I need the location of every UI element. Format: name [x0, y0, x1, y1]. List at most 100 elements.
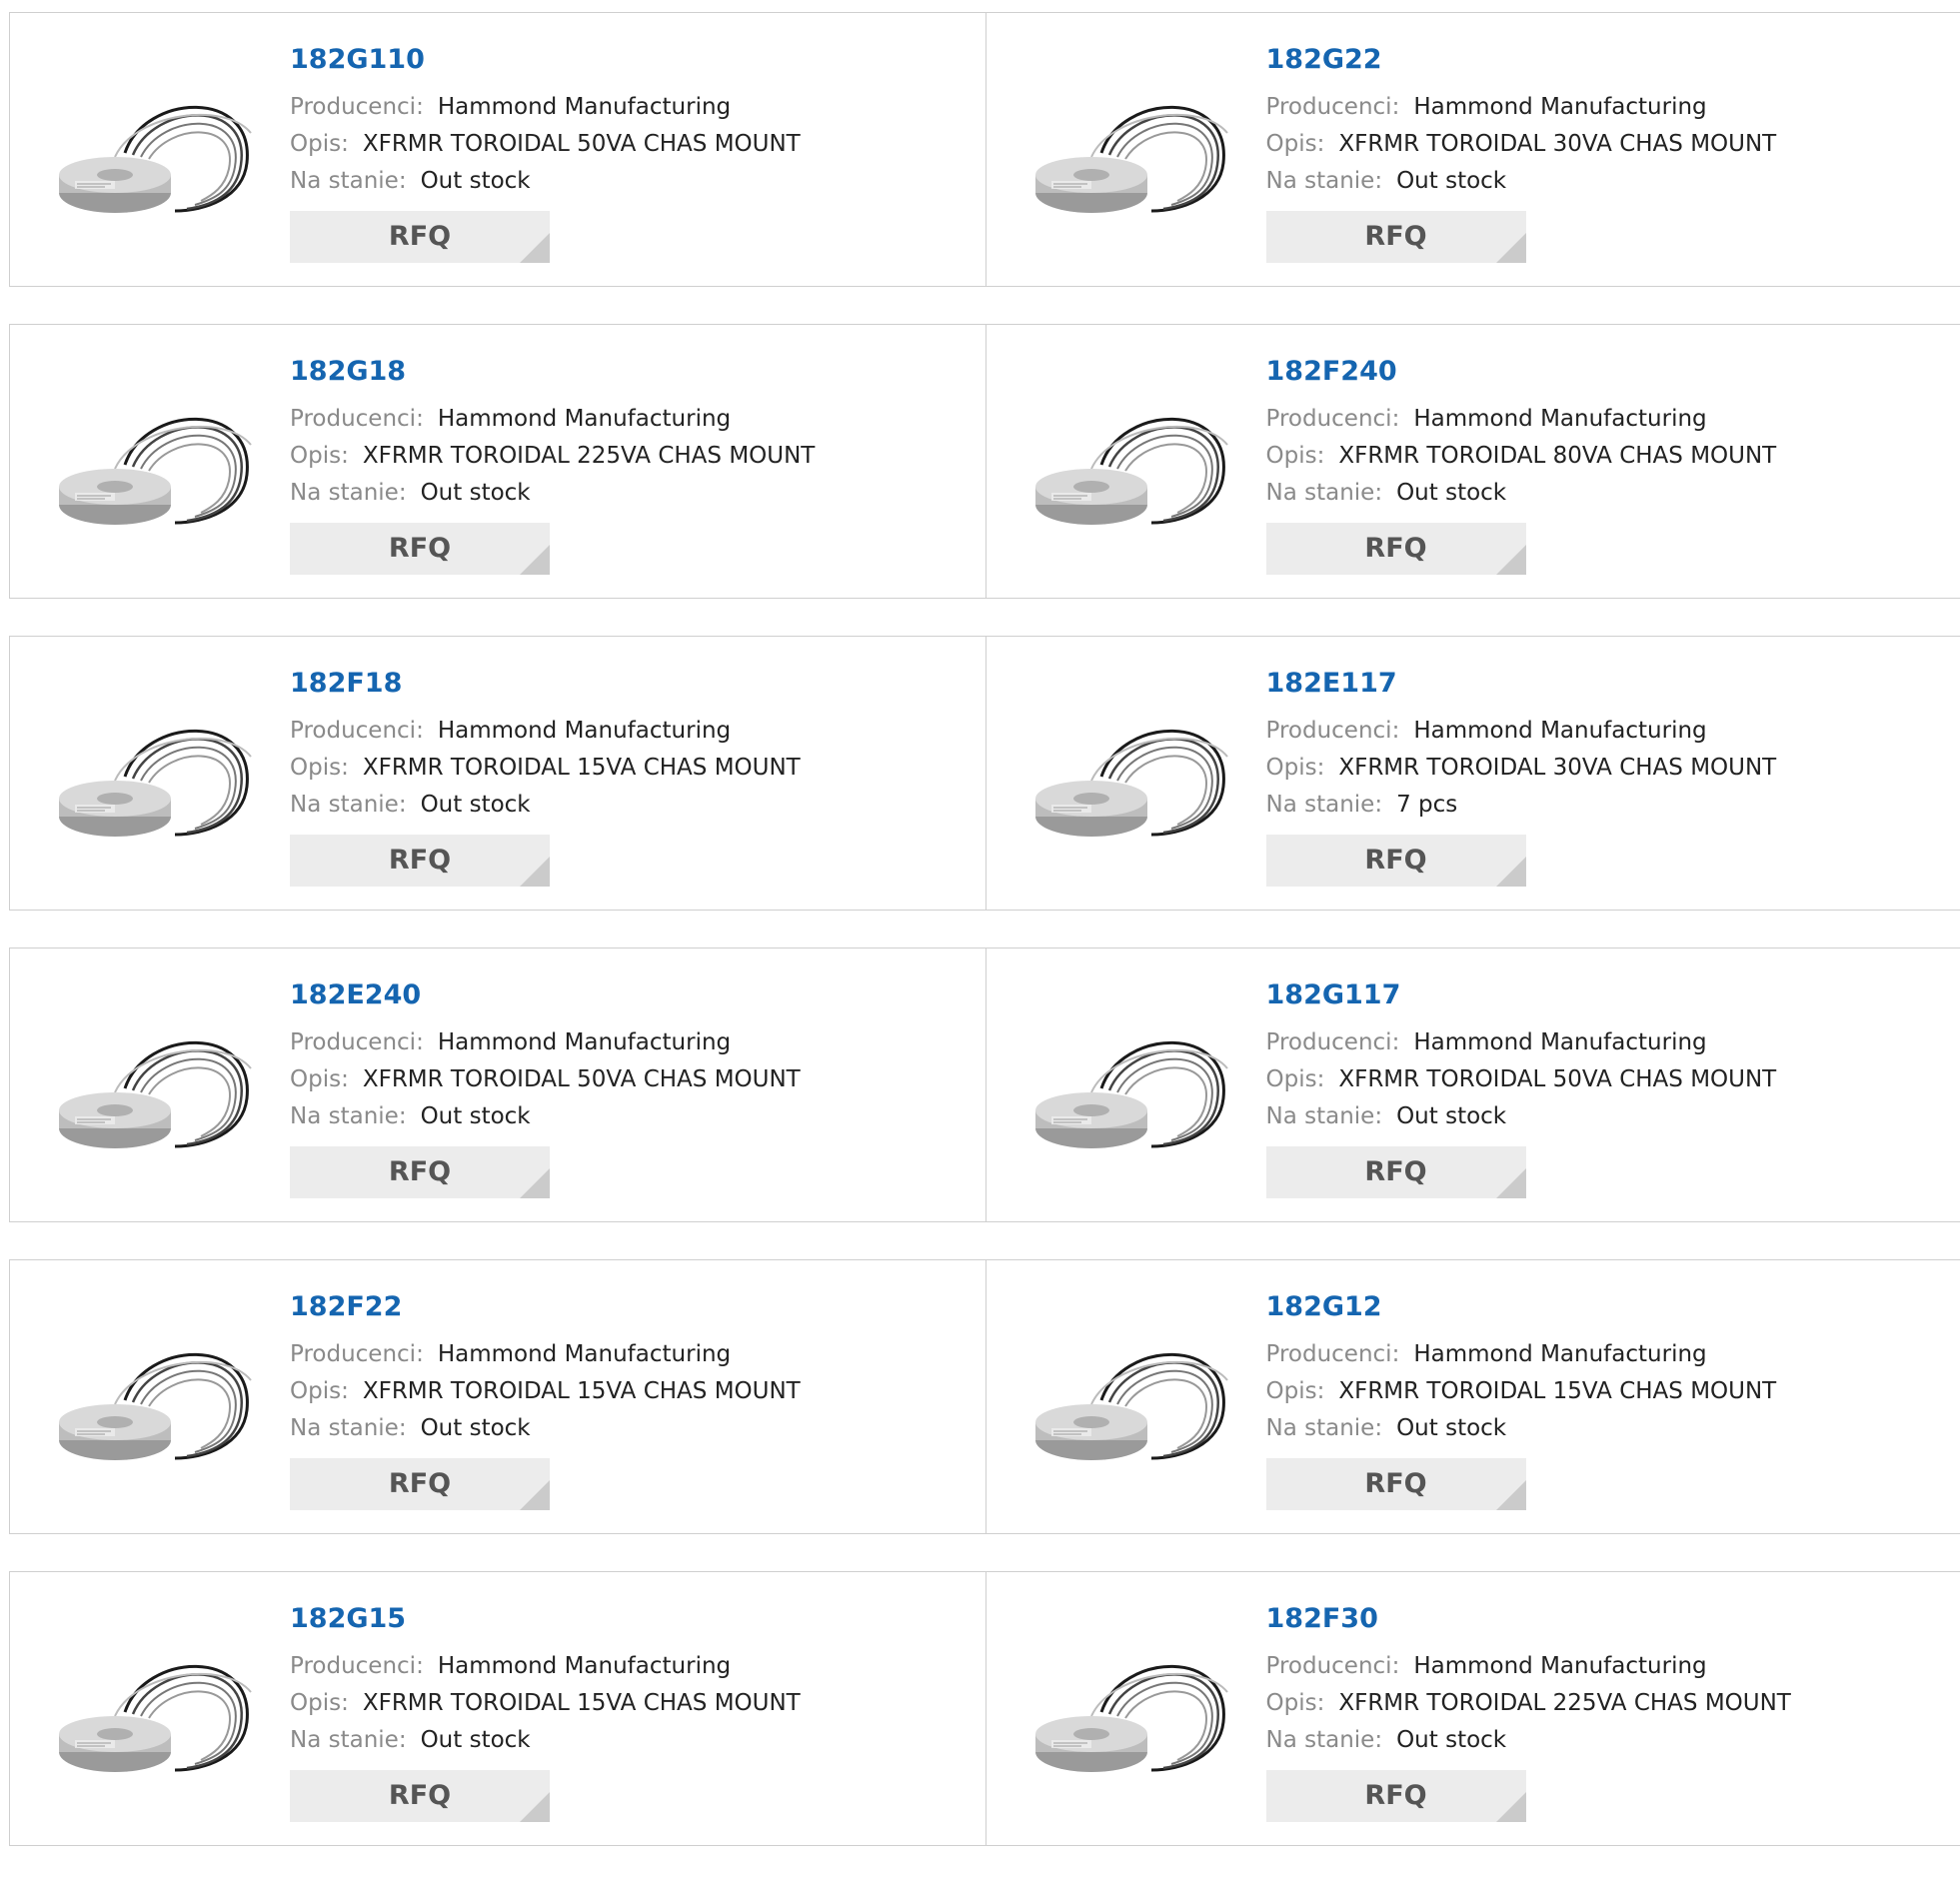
stock-label: Na stanie: — [1266, 1415, 1383, 1441]
manufacturer-label: Producenci: — [290, 1029, 424, 1055]
toroidal-transformer-icon[interactable] — [1031, 405, 1241, 535]
product-card: 182G22 Producenci:Hammond Manufacturing … — [985, 13, 1960, 286]
part-number-link[interactable]: 182G22 — [1266, 43, 1777, 77]
product-info: 182F30 Producenci:Hammond Manufacturing … — [1266, 1602, 1791, 1822]
rfq-button[interactable]: RFQ — [290, 1146, 550, 1198]
description-label: Opis: — [290, 1066, 349, 1092]
product-info: 182F18 Producenci:Hammond Manufacturing … — [290, 667, 801, 887]
part-number-link[interactable]: 182F30 — [1266, 1602, 1791, 1636]
product-row: 182G15 Producenci:Hammond Manufacturing … — [9, 1571, 1960, 1846]
toroidal-transformer-icon[interactable] — [55, 93, 265, 223]
description-value: XFRMR TOROIDAL 15VA CHAS MOUNT — [363, 755, 801, 781]
description-row: Opis:XFRMR TOROIDAL 15VA CHAS MOUNT — [290, 1373, 801, 1410]
rfq-button[interactable]: RFQ — [1266, 1146, 1526, 1198]
part-number-link[interactable]: 182E240 — [290, 978, 801, 1012]
manufacturer-row: Producenci:Hammond Manufacturing — [1266, 89, 1777, 126]
toroidal-transformer-icon[interactable] — [55, 1028, 265, 1158]
stock-row: Na stanie:Out stock — [290, 1410, 801, 1447]
stock-label: Na stanie: — [290, 480, 407, 506]
product-row: 182E240 Producenci: Hammond Manufacturing… — [9, 947, 1960, 1222]
description-value: XFRMR TOROIDAL 30VA CHAS MOUNT — [1338, 755, 1776, 781]
toroidal-transformer-icon[interactable] — [55, 717, 265, 847]
description-row: Opis:XFRMR TOROIDAL 80VA CHAS MOUNT — [1266, 438, 1777, 475]
stock-value: Out stock — [421, 1415, 531, 1441]
description-label: Opis: — [290, 131, 349, 157]
product-card: 182F30 Producenci:Hammond Manufacturing … — [985, 1572, 1960, 1845]
stock-value: Out stock — [1396, 168, 1506, 194]
rfq-button-label: RFQ — [1364, 1156, 1426, 1187]
description-label: Opis: — [1266, 1066, 1325, 1092]
toroidal-transformer-icon[interactable] — [55, 405, 265, 535]
stock-row: Na stanie:Out stock — [290, 475, 815, 512]
part-number-link[interactable]: 182F18 — [290, 667, 801, 701]
toroidal-transformer-icon[interactable] — [55, 1340, 265, 1470]
rfq-button[interactable]: RFQ — [290, 1770, 550, 1822]
corner-triangle-icon — [1496, 857, 1526, 887]
manufacturer-value: Hammond Manufacturing — [1413, 1341, 1706, 1367]
rfq-button[interactable]: RFQ — [1266, 523, 1526, 575]
manufacturer-value: Hammond Manufacturing — [1413, 1029, 1706, 1055]
product-card: 182F240 Producenci:Hammond Manufacturing… — [985, 325, 1960, 598]
manufacturer-label: Producenci: — [290, 718, 424, 744]
toroidal-transformer-icon[interactable] — [1031, 93, 1241, 223]
rfq-button-label: RFQ — [1364, 1468, 1426, 1499]
rfq-button[interactable]: RFQ — [1266, 1458, 1526, 1510]
rfq-button-label: RFQ — [389, 845, 451, 876]
corner-triangle-icon — [1496, 1792, 1526, 1822]
rfq-button-label: RFQ — [389, 1156, 451, 1187]
manufacturer-label: Producenci: — [1266, 406, 1400, 432]
manufacturer-value: Hammond Manufacturing — [1413, 94, 1706, 120]
stock-row: Na stanie:Out stock — [290, 1722, 801, 1759]
part-number-link[interactable]: 182F22 — [290, 1290, 801, 1324]
rfq-button[interactable]: RFQ — [1266, 211, 1526, 263]
manufacturer-value: Hammond Manufacturing — [438, 718, 731, 744]
part-number-link[interactable]: 182E117 — [1266, 667, 1777, 701]
product-card: 182G15 Producenci:Hammond Manufacturing … — [10, 1572, 985, 1845]
stock-label: Na stanie: — [290, 1727, 407, 1753]
product-card: 182G12 Producenci:Hammond Manufacturing … — [985, 1260, 1960, 1533]
toroidal-transformer-icon[interactable] — [1031, 717, 1241, 847]
stock-label: Na stanie: — [290, 792, 407, 818]
description-row: Opis:XFRMR TOROIDAL 30VA CHAS MOUNT — [1266, 126, 1777, 163]
description-label: Opis: — [1266, 1690, 1325, 1716]
part-number-link[interactable]: 182G110 — [290, 43, 801, 77]
stock-value: Out stock — [1396, 1415, 1506, 1441]
manufacturer-label: Producenci: — [1266, 1341, 1400, 1367]
rfq-button[interactable]: RFQ — [290, 1458, 550, 1510]
stock-label: Na stanie: — [1266, 1727, 1383, 1753]
rfq-button[interactable]: RFQ — [1266, 1770, 1526, 1822]
part-number-link[interactable]: 182G12 — [1266, 1290, 1777, 1324]
corner-triangle-icon — [520, 233, 550, 263]
stock-value: Out stock — [1396, 480, 1506, 506]
toroidal-transformer-icon[interactable] — [1031, 1340, 1241, 1470]
description-value: XFRMR TOROIDAL 50VA CHAS MOUNT — [1338, 1066, 1776, 1092]
corner-triangle-icon — [520, 1168, 550, 1198]
part-number-link[interactable]: 182G15 — [290, 1602, 801, 1636]
rfq-button[interactable]: RFQ — [290, 211, 550, 263]
manufacturer-label: Producenci: — [290, 94, 424, 120]
corner-triangle-icon — [1496, 233, 1526, 263]
manufacturer-row: Producenci:Hammond Manufacturing — [1266, 713, 1777, 750]
rfq-button-label: RFQ — [1364, 221, 1426, 252]
part-number-link[interactable]: 182G18 — [290, 355, 815, 389]
toroidal-transformer-icon[interactable] — [55, 1652, 265, 1782]
corner-triangle-icon — [1496, 1480, 1526, 1510]
description-label: Opis: — [290, 1690, 349, 1716]
part-number-link[interactable]: 182F240 — [1266, 355, 1777, 389]
stock-value: Out stock — [1396, 1103, 1506, 1129]
stock-row: Na stanie: Out stock — [1266, 1410, 1777, 1447]
rfq-button-label: RFQ — [389, 533, 451, 564]
description-value: XFRMR TOROIDAL 15VA CHAS MOUNT — [1338, 1378, 1776, 1404]
toroidal-transformer-icon[interactable] — [1031, 1652, 1241, 1782]
part-number-link[interactable]: 182G117 — [1266, 978, 1777, 1012]
description-value: XFRMR TOROIDAL 225VA CHAS MOUNT — [1338, 1690, 1791, 1716]
product-info: 182G22 Producenci:Hammond Manufacturing … — [1266, 43, 1777, 263]
stock-label: Na stanie: — [1266, 480, 1383, 506]
description-value: XFRMR TOROIDAL 15VA CHAS MOUNT — [363, 1690, 801, 1716]
rfq-button[interactable]: RFQ — [290, 523, 550, 575]
toroidal-transformer-icon[interactable] — [1031, 1028, 1241, 1158]
rfq-button[interactable]: RFQ — [1266, 835, 1526, 887]
product-info: 182F240 Producenci:Hammond Manufacturing… — [1266, 355, 1777, 575]
rfq-button[interactable]: RFQ — [290, 835, 550, 887]
stock-value: 7 pcs — [1396, 792, 1457, 818]
